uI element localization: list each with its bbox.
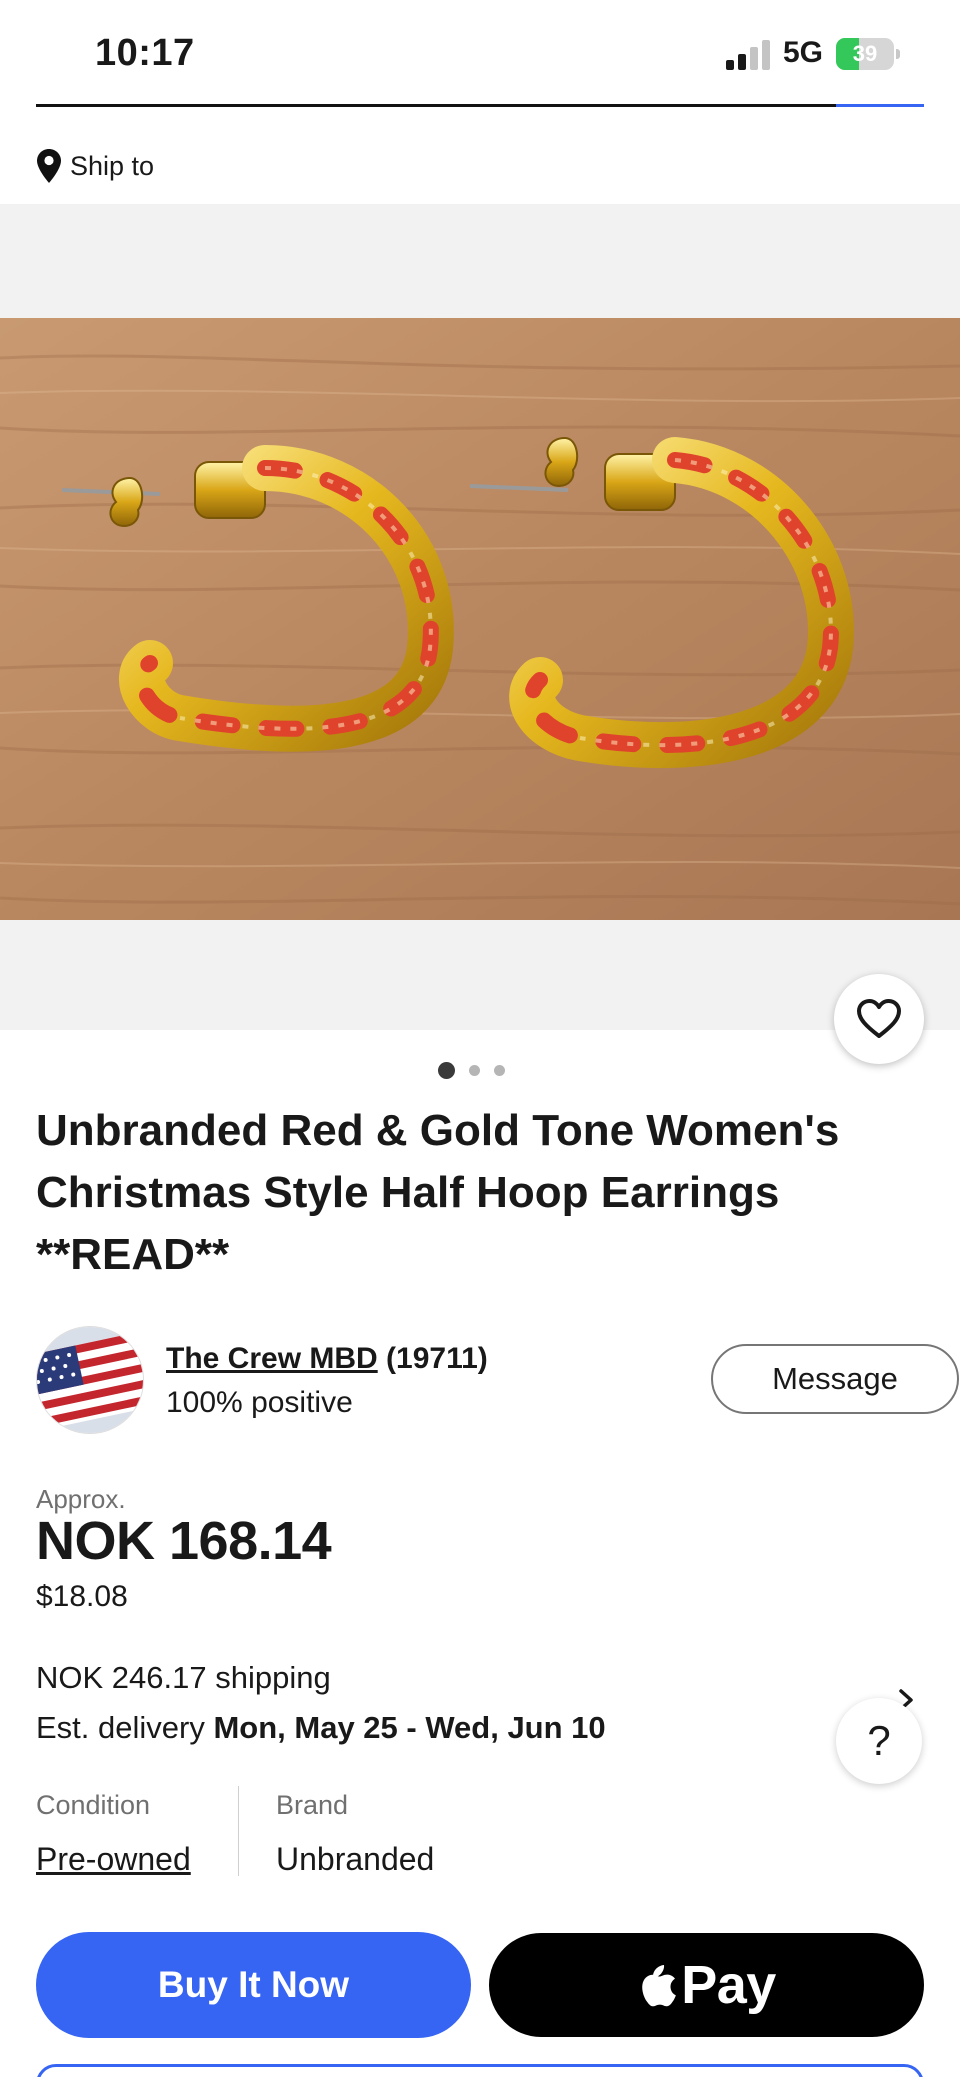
delivery-dates: Mon, May 25 - Wed, Jun 10	[213, 1710, 606, 1745]
network-type: 5G	[783, 36, 824, 69]
image-pagination	[438, 1062, 505, 1079]
heart-icon	[857, 999, 901, 1038]
product-image-gallery[interactable]	[0, 204, 960, 1030]
brand-value: Unbranded	[276, 1841, 435, 1877]
apple-pay-label: Pay	[681, 1955, 776, 2015]
price-amount: NOK 168.14	[36, 1511, 332, 1571]
help-button[interactable]: ?	[836, 1698, 922, 1784]
listing-title: Unbranded Red & Gold Tone Women's Christ…	[36, 1106, 840, 1279]
cellular-signal-icon	[726, 40, 770, 70]
ship-to-label: Ship to	[70, 150, 155, 181]
buy-it-now-button[interactable]: Buy It Now	[36, 1932, 471, 2038]
seller-avatar[interactable]	[36, 1326, 144, 1434]
product-photo[interactable]	[0, 318, 960, 920]
spec-divider	[238, 1786, 239, 1876]
seller-info: The Crew MBD (19711) 100% positive Messa…	[36, 1326, 959, 1436]
seller-positive-rating: 100% positive	[166, 1386, 353, 1419]
message-seller-button[interactable]: Message	[711, 1344, 959, 1414]
apple-pay-button[interactable]: Pay	[489, 1933, 924, 2037]
battery-icon: 39	[836, 38, 900, 70]
us-flag-avatar	[37, 1327, 143, 1433]
status-time: 10:17	[95, 32, 195, 74]
pagination-dot[interactable]	[494, 1065, 505, 1076]
page-load-progress	[36, 104, 924, 107]
battery-percent: 39	[852, 41, 878, 66]
apple-logo-icon	[642, 1965, 677, 2007]
condition-label: Condition	[36, 1790, 151, 1820]
pagination-dot-active[interactable]	[438, 1062, 455, 1079]
condition-spec: Condition Pre-owned	[36, 1790, 191, 1878]
estimated-delivery: Est. delivery Mon, May 25 - Wed, Jun 10	[36, 1710, 606, 1746]
price-usd: $18.08	[36, 1580, 128, 1613]
shipping-cost: NOK 246.17 shipping	[36, 1660, 331, 1695]
condition-value-link[interactable]: Pre-owned	[36, 1841, 191, 1878]
secondary-action-button[interactable]	[36, 2064, 924, 2077]
pagination-dot[interactable]	[469, 1065, 480, 1076]
brand-label: Brand	[276, 1790, 349, 1820]
delivery-label: Est. delivery	[36, 1710, 205, 1745]
brand-spec: Brand Unbranded	[276, 1790, 434, 1878]
seller-feedback-count: (19711)	[386, 1342, 488, 1375]
status-bar: 10:17 5G 39	[0, 0, 960, 107]
ship-to-selector[interactable]: Ship to	[36, 148, 154, 184]
add-to-watchlist-button[interactable]	[834, 974, 924, 1064]
location-pin-icon	[37, 149, 61, 183]
seller-name-link[interactable]: The Crew MBD	[166, 1342, 378, 1375]
